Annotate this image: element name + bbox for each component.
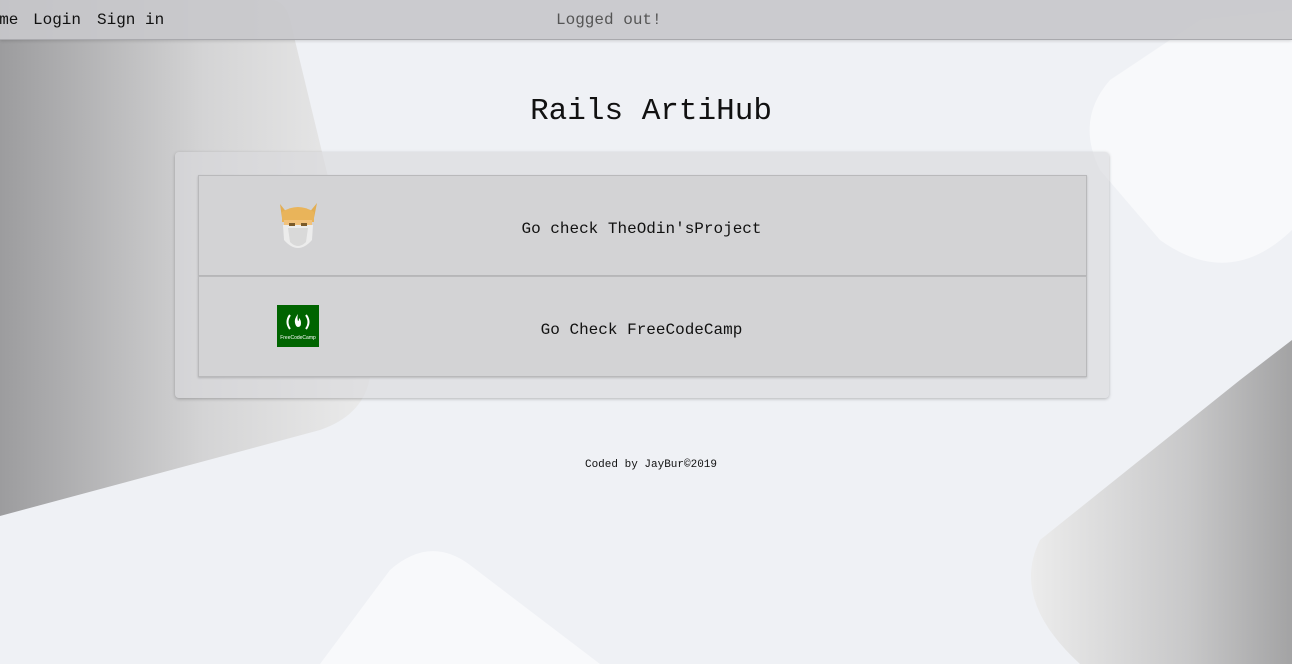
nav-home-link[interactable]: Home [0, 11, 18, 29]
odin-project-link[interactable]: Go check TheOdin'sProject [198, 175, 1087, 276]
page-title: Rails ArtiHub [530, 94, 772, 129]
footer-credit: Coded by JayBur©2019 [584, 459, 718, 471]
freecodecamp-link-label: Go Check FreeCodeCamp [540, 321, 743, 339]
freecodecamp-link[interactable]: FreeCodeCamp Go Check FreeCodeCamp [198, 276, 1087, 377]
nav-signin-link[interactable]: Sign in [97, 11, 164, 29]
odin-project-link-label: Go check TheOdin'sProject [521, 220, 762, 238]
flash-notice: Logged out! [556, 11, 662, 29]
top-navbar: Home Login Sign in Logged out! [0, 0, 1292, 40]
nav-login-link[interactable]: Login [33, 11, 81, 29]
links-panel: Go check TheOdin'sProject FreeCodeCamp G… [175, 152, 1109, 398]
